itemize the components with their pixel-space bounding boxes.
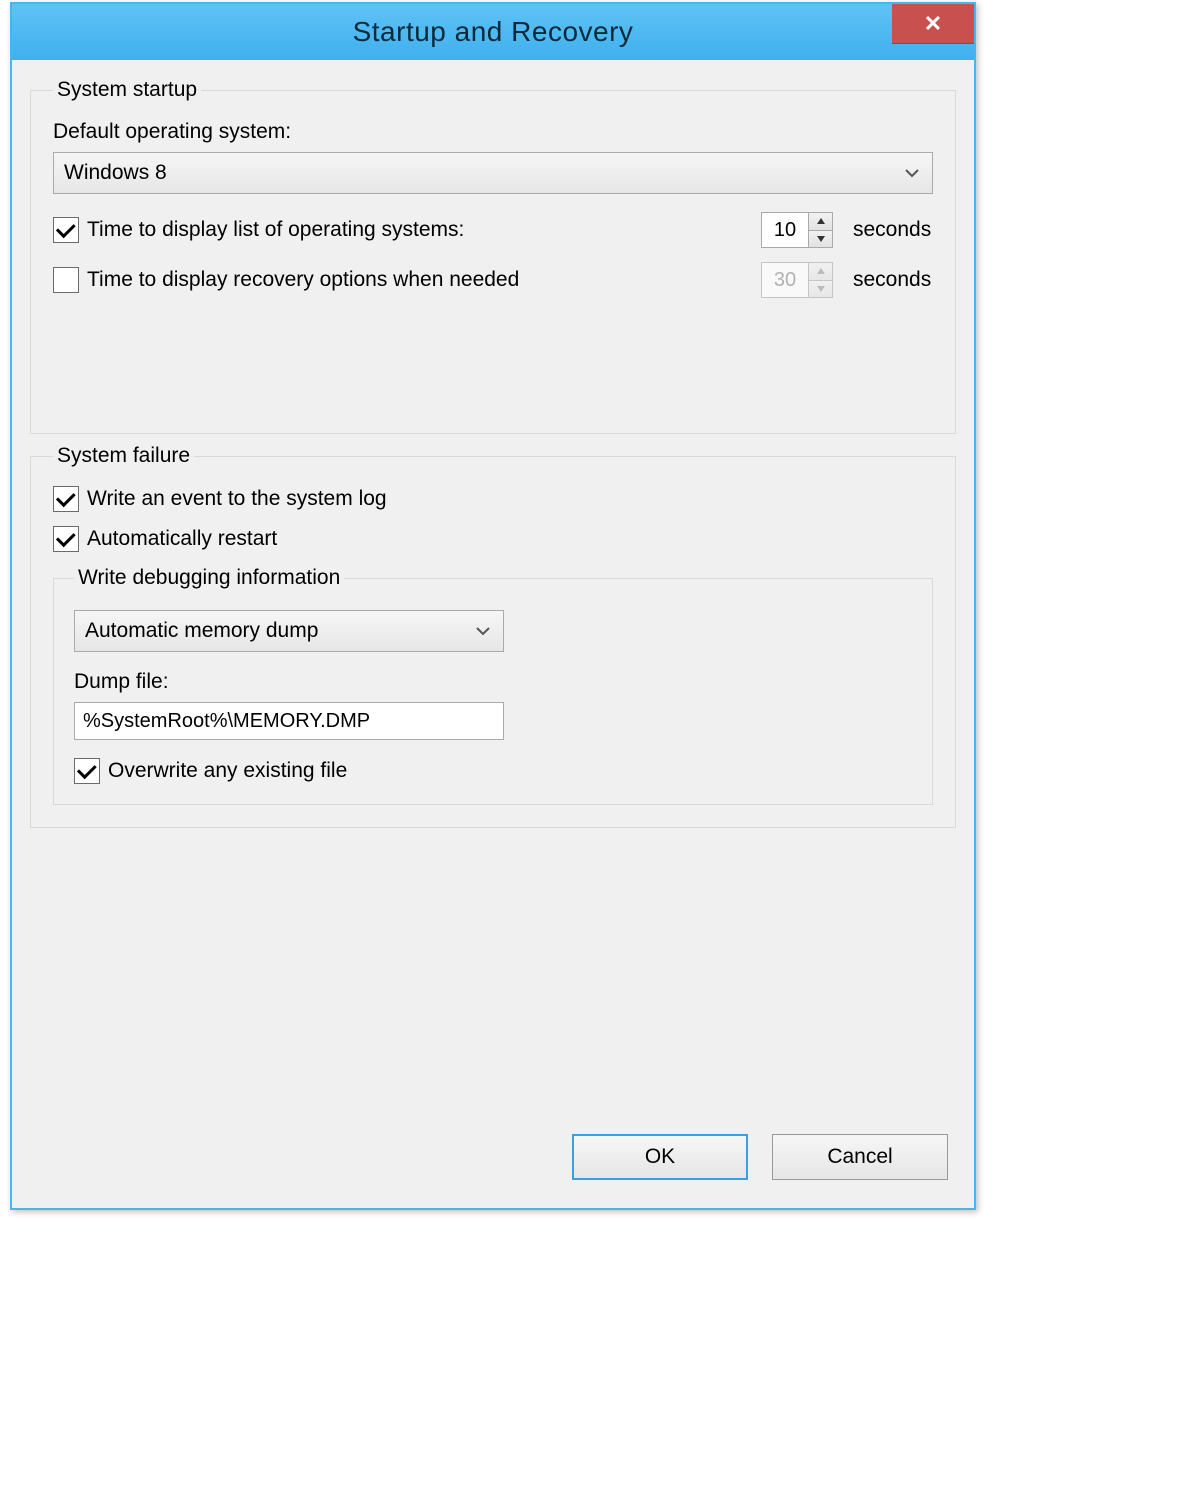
default-os-select[interactable]: Windows 8 — [53, 152, 933, 194]
display-os-list-seconds-spinner[interactable] — [761, 212, 833, 248]
display-recovery-seconds-input[interactable] — [762, 263, 808, 297]
display-recovery-unit: seconds — [853, 268, 933, 292]
write-debugging-legend: Write debugging information — [74, 566, 344, 590]
dump-file-input[interactable] — [74, 702, 504, 740]
ok-button[interactable]: OK — [572, 1134, 748, 1180]
dialog-buttons: OK Cancel — [572, 1134, 948, 1180]
spinner-up-icon[interactable] — [809, 263, 832, 280]
close-button[interactable]: ✕ — [892, 4, 974, 44]
auto-restart-checkbox[interactable] — [53, 526, 79, 552]
chevron-down-icon — [473, 621, 493, 641]
display-os-list-seconds-input[interactable] — [762, 213, 808, 247]
chevron-down-icon — [902, 163, 922, 183]
write-event-checkbox[interactable] — [53, 486, 79, 512]
write-event-label: Write an event to the system log — [87, 487, 387, 511]
ok-button-label: OK — [645, 1145, 675, 1169]
system-failure-legend: System failure — [53, 444, 194, 468]
close-icon: ✕ — [924, 11, 942, 37]
default-os-value: Windows 8 — [64, 161, 167, 185]
client-area: System startup Default operating system:… — [12, 60, 974, 1208]
default-os-label: Default operating system: — [53, 120, 933, 144]
display-recovery-label: Time to display recovery options when ne… — [87, 268, 519, 292]
system-startup-legend: System startup — [53, 78, 201, 102]
write-debugging-group: Write debugging information Automatic me… — [53, 566, 933, 805]
overwrite-label: Overwrite any existing file — [108, 759, 347, 783]
dump-type-select[interactable]: Automatic memory dump — [74, 610, 504, 652]
startup-recovery-dialog: Startup and Recovery ✕ System startup De… — [10, 2, 976, 1210]
titlebar: Startup and Recovery ✕ — [12, 4, 974, 60]
display-os-list-unit: seconds — [853, 218, 933, 242]
spinner-down-icon[interactable] — [809, 230, 832, 248]
auto-restart-label: Automatically restart — [87, 527, 277, 551]
display-os-list-label: Time to display list of operating system… — [87, 218, 464, 242]
spinner-up-icon[interactable] — [809, 213, 832, 230]
overwrite-checkbox[interactable] — [74, 758, 100, 784]
cancel-button[interactable]: Cancel — [772, 1134, 948, 1180]
display-recovery-seconds-spinner[interactable] — [761, 262, 833, 298]
system-failure-group: System failure Write an event to the sys… — [30, 444, 956, 828]
window-title: Startup and Recovery — [12, 16, 974, 48]
cancel-button-label: Cancel — [827, 1145, 892, 1169]
display-recovery-checkbox[interactable] — [53, 267, 79, 293]
dump-type-value: Automatic memory dump — [85, 619, 318, 643]
system-startup-group: System startup Default operating system:… — [30, 78, 956, 434]
spinner-down-icon[interactable] — [809, 280, 832, 298]
display-os-list-checkbox[interactable] — [53, 217, 79, 243]
dump-file-label: Dump file: — [74, 670, 912, 694]
